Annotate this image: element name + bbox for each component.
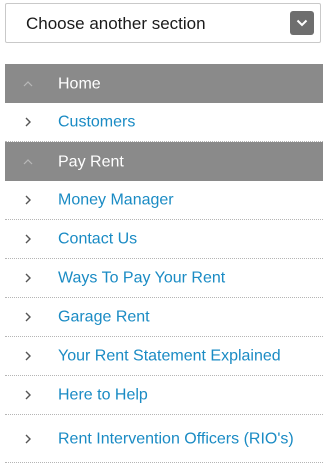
nav-item-label: Garage Rent [58, 308, 150, 326]
nav-item-label: Pay Rent [58, 153, 124, 170]
nav-item-label: Customers [58, 113, 136, 131]
nav-item-label: Rent Intervention Officers (RIO's) [58, 430, 294, 447]
nav-item-label: Ways To Pay Your Rent [58, 269, 226, 287]
section-select-value: Choose another section [26, 14, 206, 33]
chevron-up-icon [23, 157, 33, 167]
chevron-down-icon[interactable] [290, 11, 314, 35]
nav-item-here-to-help[interactable]: Here to Help [5, 376, 323, 415]
nav-item-customers[interactable]: Customers [5, 103, 323, 142]
nav-item-label: Here to Help [58, 386, 148, 404]
nav-item-garage-rent[interactable]: Garage Rent [5, 298, 323, 337]
section-select[interactable]: Choose another section [5, 3, 321, 43]
chevron-right-icon [23, 234, 33, 244]
nav-item-home[interactable]: Home [5, 64, 323, 103]
chevron-right-icon [23, 312, 33, 322]
chevron-right-icon [23, 195, 33, 205]
chevron-right-icon [23, 434, 33, 444]
nav-item-ways-to-pay[interactable]: Ways To Pay Your Rent [5, 259, 323, 298]
chevron-up-icon [23, 79, 33, 89]
nav-item-rent-statement[interactable]: Your Rent Statement Explained [5, 337, 323, 376]
nav-item-label: Contact Us [58, 230, 138, 248]
nav-item-label: Money Manager [58, 191, 174, 209]
chevron-right-icon [23, 273, 33, 283]
nav-item-label: Your Rent Statement Explained [58, 347, 281, 365]
nav-item-rent-intervention-officers[interactable]: Rent Intervention Officers (RIO's) [5, 415, 323, 463]
nav-item-label: Home [58, 75, 101, 92]
chevron-right-icon [23, 351, 33, 361]
nav-item-pay-rent[interactable]: Pay Rent [5, 142, 323, 181]
nav-item-contact-us[interactable]: Contact Us [5, 220, 323, 259]
chevron-right-icon [23, 390, 33, 400]
chevron-right-icon [23, 117, 33, 127]
section-nav: Home Customers Pay Rent Money Manager Co… [5, 64, 323, 463]
nav-item-money-manager[interactable]: Money Manager [5, 181, 323, 220]
